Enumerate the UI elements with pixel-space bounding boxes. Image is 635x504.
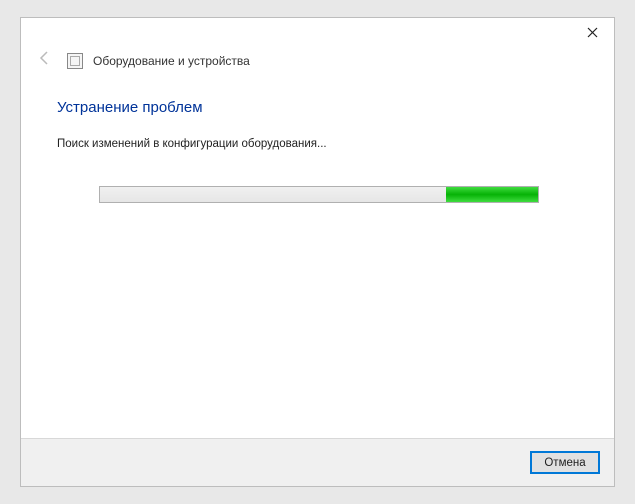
- cancel-button[interactable]: Отмена: [530, 451, 600, 474]
- header-title: Оборудование и устройства: [93, 54, 250, 68]
- close-icon: [587, 27, 598, 38]
- dialog-window: Оборудование и устройства Устранение про…: [20, 17, 615, 487]
- hardware-icon: [67, 53, 83, 69]
- progress-fill: [446, 187, 538, 202]
- footer: Отмена: [21, 438, 614, 486]
- status-text: Поиск изменений в конфигурации оборудова…: [57, 138, 578, 150]
- back-arrow-icon: [33, 50, 57, 71]
- titlebar: [21, 18, 614, 46]
- main-heading: Устранение проблем: [57, 99, 578, 116]
- header: Оборудование и устройства: [21, 46, 614, 89]
- content-area: Устранение проблем Поиск изменений в кон…: [21, 89, 614, 438]
- progress-bar: [99, 186, 539, 203]
- close-button[interactable]: [576, 20, 608, 44]
